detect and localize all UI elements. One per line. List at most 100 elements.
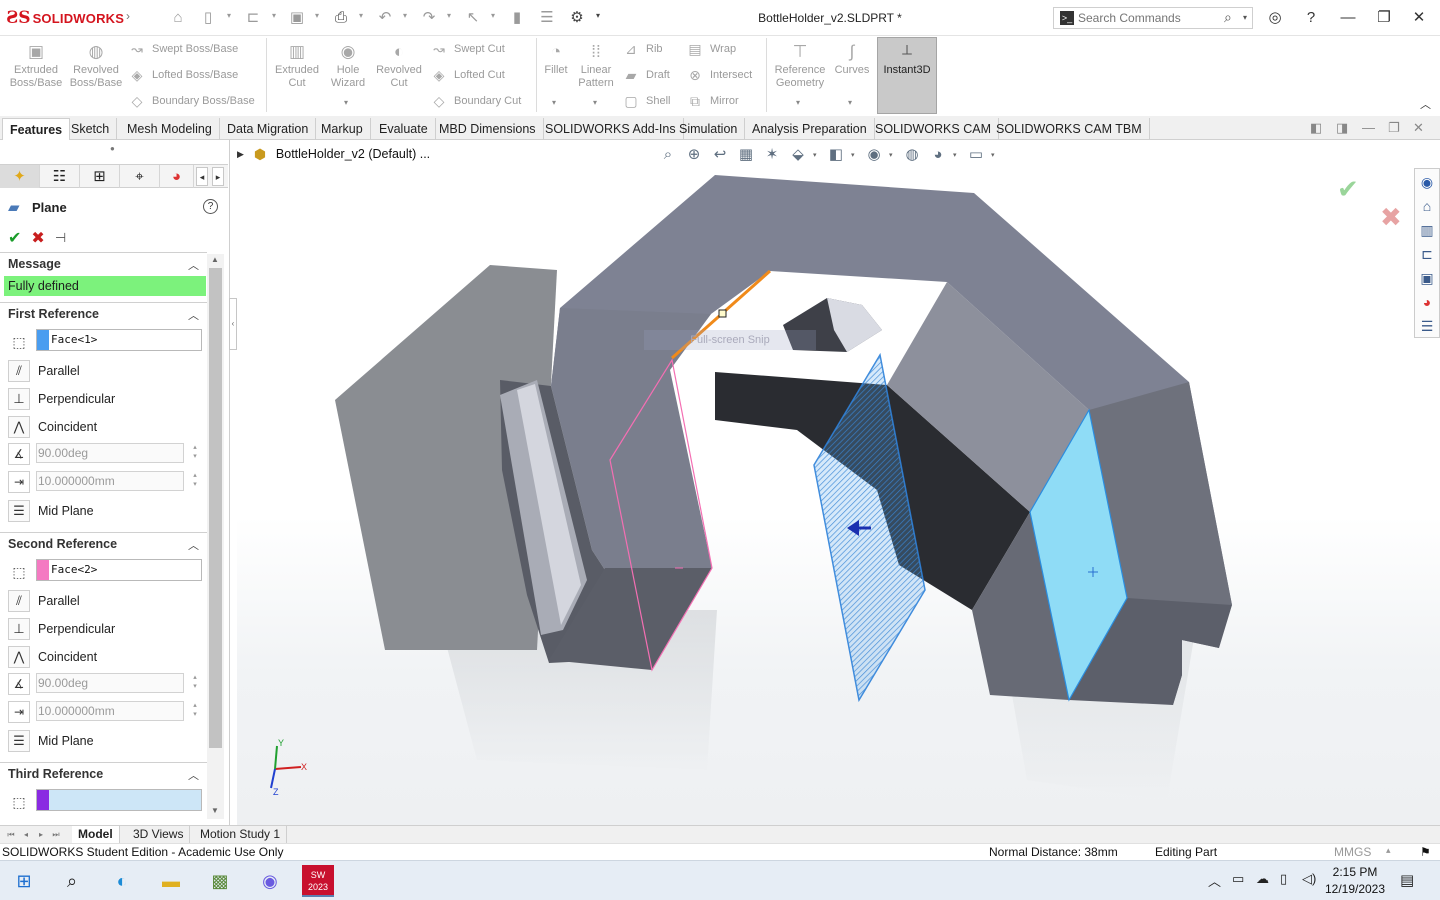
file-properties-icon[interactable]: ☰ xyxy=(537,8,557,28)
tab-data-migration[interactable]: Data Migration xyxy=(220,118,317,140)
previous-view-icon[interactable]: ↩ xyxy=(709,144,731,166)
tray-overflow-icon[interactable]: ︿ xyxy=(1208,871,1221,890)
view-settings-dropdown-icon[interactable]: ▾ xyxy=(991,151,999,159)
tab-scroll-left-icon[interactable]: ◂ xyxy=(196,167,208,186)
extruded-cut-button[interactable]: ▥ Extruded Cut xyxy=(270,42,324,90)
hole-wizard-dropdown-icon[interactable]: ▾ xyxy=(344,98,348,107)
cloud-sync-icon[interactable]: ☁ xyxy=(1256,871,1269,887)
windows-start-icon[interactable]: ⊞ xyxy=(8,865,40,897)
draft-button[interactable]: ▰ Draft xyxy=(622,65,670,85)
zoom-to-fit-icon[interactable]: ⌕ xyxy=(657,144,679,166)
revolved-boss-button[interactable]: ◍ Revolved Boss/Base xyxy=(66,42,126,90)
angle-spinner-icon[interactable]: ▴ ▾ xyxy=(188,443,202,463)
notifications-icon[interactable]: ▤ xyxy=(1400,871,1414,889)
redo-icon[interactable]: ↷ xyxy=(419,8,439,28)
view-palette-icon[interactable]: ▣ xyxy=(1416,267,1438,289)
home-icon[interactable]: ⌂ xyxy=(168,8,188,28)
lofted-boss-button[interactable]: ◈ Lofted Boss/Base xyxy=(128,65,239,85)
model-view[interactable] xyxy=(237,140,1440,825)
view-orientation-dropdown-icon[interactable]: ▾ xyxy=(813,151,821,159)
open-dropdown-icon[interactable]: ▾ xyxy=(272,11,276,20)
tab-scroll-right-icon[interactable]: ▸ xyxy=(212,167,224,186)
collapse-caret-icon[interactable]: ︿ xyxy=(188,767,199,783)
file-explorer-icon[interactable]: ⊏ xyxy=(1416,243,1438,265)
property-manager-tab-icon[interactable]: ☷ xyxy=(40,165,80,188)
options-dropdown-icon[interactable]: ▾ xyxy=(596,11,600,20)
third-reference-group-header[interactable]: Third Reference ︿ xyxy=(0,762,207,784)
boundary-boss-button[interactable]: ◇ Boundary Boss/Base xyxy=(128,91,255,111)
options-gear-icon[interactable]: ⚙ xyxy=(567,8,587,28)
new-document-icon[interactable]: ▯ xyxy=(198,8,218,28)
doc-restore-icon[interactable]: ❐ xyxy=(1388,120,1400,136)
scroll-down-icon[interactable]: ▼ xyxy=(211,806,219,815)
zoom-to-area-icon[interactable]: ⊕ xyxy=(683,144,705,166)
distance-spinner-icon[interactable]: ▴ ▾ xyxy=(188,471,202,491)
confirm-cancel-x-icon[interactable]: ✖ xyxy=(1380,202,1402,233)
design-library-icon[interactable]: ▥ xyxy=(1416,219,1438,241)
new-dropdown-icon[interactable]: ▾ xyxy=(227,11,231,20)
angle-icon[interactable]: ∡ xyxy=(8,673,30,695)
tab-solidworks-add-ins[interactable]: SOLIDWORKS Add-Ins xyxy=(538,118,684,140)
tab-sketch[interactable]: Sketch xyxy=(64,118,118,140)
volume-icon[interactable]: ◁) xyxy=(1302,871,1316,887)
search-dropdown-icon[interactable]: ▾ xyxy=(1243,13,1247,22)
wrap-button[interactable]: ▤ Wrap xyxy=(686,39,736,59)
collapse-ribbon-icon[interactable]: ︿ xyxy=(1420,96,1431,112)
tab-mbd-dimensions[interactable]: MBD Dimensions xyxy=(432,118,544,140)
tab-solidworks-cam[interactable]: SOLIDWORKS CAM xyxy=(868,118,999,140)
first-coincident-option[interactable]: ⋀ Coincident xyxy=(8,415,206,439)
offset-distance-icon[interactable]: ⇥ xyxy=(8,471,30,493)
redo-dropdown-icon[interactable]: ▾ xyxy=(447,11,451,20)
hide-show-items-icon[interactable]: ◉ xyxy=(863,144,885,166)
second-perpendicular-option[interactable]: ⊥ Perpendicular xyxy=(8,617,206,641)
swept-boss-button[interactable]: ↝ Swept Boss/Base xyxy=(128,39,238,59)
linear-pattern-button[interactable]: ⁞⁞ Linear Pattern xyxy=(574,42,618,90)
first-distance-field[interactable]: 10.000000mm xyxy=(36,471,184,491)
print-dropdown-icon[interactable]: ▾ xyxy=(359,11,363,20)
second-reference-field[interactable]: Face<2> xyxy=(36,559,202,581)
network-icon[interactable]: ▯ xyxy=(1280,871,1287,887)
units-dropdown-icon[interactable]: ▴ xyxy=(1386,845,1391,856)
curves-button[interactable]: ∫ Curves xyxy=(832,42,872,77)
distance-spinner-icon[interactable]: ▴ ▾ xyxy=(188,701,202,721)
dynamic-annotation-icon[interactable]: ✶ xyxy=(761,144,783,166)
solidworks-logo[interactable]: ƧS SOLIDWORKS xyxy=(6,8,124,28)
help-icon[interactable]: ? xyxy=(1300,8,1322,28)
confirm-ok-checkmark-icon[interactable]: ✔ xyxy=(1337,174,1359,205)
print-icon[interactable]: ⎙ xyxy=(331,8,351,28)
tab-model[interactable]: Model xyxy=(72,826,120,844)
solidworks-taskbar-icon[interactable]: SW 2023 xyxy=(302,865,334,897)
save-dropdown-icon[interactable]: ▾ xyxy=(315,11,319,20)
next-tab-icon[interactable]: ▸ xyxy=(34,827,48,842)
ok-checkmark-icon[interactable]: ✔ xyxy=(8,228,21,248)
view-orientation-icon[interactable]: ⬙ xyxy=(787,144,809,166)
rib-button[interactable]: ⊿ Rib xyxy=(622,39,662,59)
fillet-dropdown-icon[interactable]: ▾ xyxy=(552,98,556,107)
system-clock[interactable]: 2:15 PM 12/19/2023 xyxy=(1320,864,1390,898)
scroll-up-icon[interactable]: ▲ xyxy=(211,255,219,264)
swept-cut-button[interactable]: ↝ Swept Cut xyxy=(430,39,505,59)
save-icon[interactable]: ▣ xyxy=(287,8,307,28)
second-mid-plane-option[interactable]: ☰ Mid Plane xyxy=(8,729,206,753)
second-distance-field[interactable]: 10.000000mm xyxy=(36,701,184,721)
hole-wizard-button[interactable]: ◉ Hole Wizard xyxy=(324,42,372,90)
reference-geometry-dropdown-icon[interactable]: ▾ xyxy=(796,98,800,107)
second-reference-group-header[interactable]: Second Reference ︿ xyxy=(0,532,207,554)
second-coincident-option[interactable]: ⋀ Coincident xyxy=(8,645,206,669)
intersect-button[interactable]: ⊗ Intersect xyxy=(686,65,752,85)
first-perpendicular-option[interactable]: ⊥ Perpendicular xyxy=(8,387,206,411)
revolved-cut-button[interactable]: ◐ Revolved Cut xyxy=(372,42,426,90)
menu-expand-icon[interactable]: › xyxy=(126,9,130,23)
pattern-dropdown-icon[interactable]: ▾ xyxy=(593,98,597,107)
solidworks-resources-icon[interactable]: ◉ xyxy=(1416,171,1438,193)
tab-solidworks-cam-tbm[interactable]: SOLIDWORKS CAM TBM xyxy=(989,118,1150,140)
rebuild-status-icon[interactable]: ⚑ xyxy=(1420,845,1431,859)
tab-mesh-modeling[interactable]: Mesh Modeling xyxy=(120,118,220,140)
apply-scene-icon[interactable]: ◕ xyxy=(927,144,949,166)
first-angle-field[interactable]: 90.00deg xyxy=(36,443,184,463)
configuration-manager-tab-icon[interactable]: ⊞ xyxy=(80,165,120,188)
first-reference-group-header[interactable]: First Reference ︿ xyxy=(0,302,207,324)
extruded-boss-button[interactable]: ▣ Extruded Boss/Base xyxy=(6,42,66,90)
tab-markup[interactable]: Markup xyxy=(314,118,371,140)
pushpin-icon[interactable]: ⊣ xyxy=(55,230,66,246)
